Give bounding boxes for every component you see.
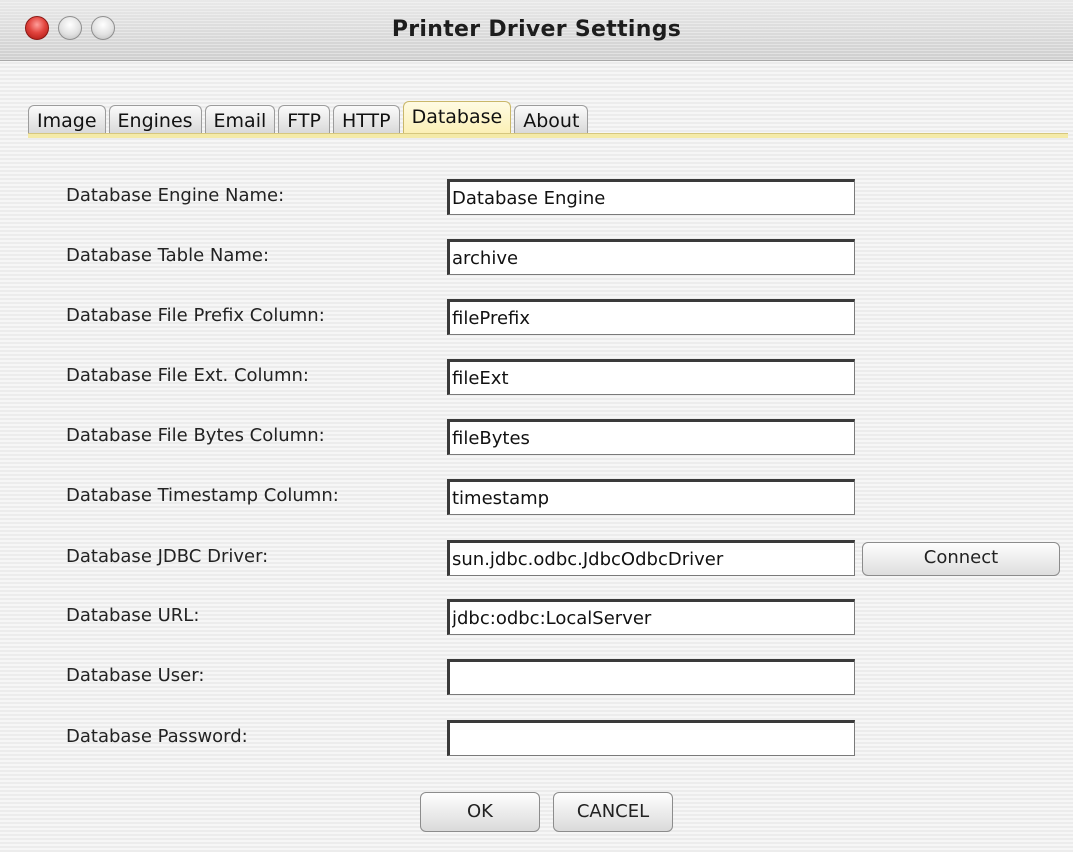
url-field[interactable] (447, 599, 855, 635)
title-bar: Printer Driver Settings (0, 0, 1073, 61)
jdbc-driver-row: Database JDBC Driver: Connect (0, 540, 1073, 580)
table-name-label: Database Table Name: (66, 245, 270, 266)
dialog-content: Image Engines Email FTP HTTP Database Ab… (0, 61, 1073, 852)
file-bytes-column-field[interactable] (447, 419, 855, 455)
settings-window: Printer Driver Settings Image Engines Em… (0, 0, 1073, 852)
jdbc-driver-field[interactable] (447, 540, 855, 576)
tab-underline (28, 133, 1068, 138)
file-bytes-column-row: Database File Bytes Column: (0, 419, 1073, 459)
user-row: Database User: (0, 659, 1073, 699)
engine-name-label: Database Engine Name: (66, 185, 285, 206)
user-label: Database User: (66, 665, 205, 686)
engine-name-field[interactable] (447, 179, 855, 215)
url-row: Database URL: (0, 599, 1073, 639)
file-prefix-column-row: Database File Prefix Column: (0, 299, 1073, 339)
file-prefix-column-label: Database File Prefix Column: (66, 305, 325, 326)
connect-button[interactable]: Connect (862, 542, 1060, 576)
tab-http[interactable]: HTTP (332, 105, 400, 133)
table-name-row: Database Table Name: (0, 239, 1073, 279)
tab-bar: Image Engines Email FTP HTTP Database Ab… (28, 101, 591, 133)
tab-engines[interactable]: Engines (108, 105, 202, 133)
file-ext-column-row: Database File Ext. Column: (0, 359, 1073, 399)
timestamp-column-label: Database Timestamp Column: (66, 485, 339, 506)
url-label: Database URL: (66, 605, 200, 626)
timestamp-column-field[interactable] (447, 479, 855, 515)
jdbc-driver-label: Database JDBC Driver: (66, 546, 269, 567)
tab-database[interactable]: Database (402, 101, 512, 133)
password-row: Database Password: (0, 720, 1073, 760)
password-field[interactable] (447, 720, 855, 756)
file-ext-column-field[interactable] (447, 359, 855, 395)
tab-image[interactable]: Image (28, 105, 106, 133)
window-title: Printer Driver Settings (391, 17, 682, 42)
tab-email[interactable]: Email (204, 105, 276, 133)
file-prefix-column-field[interactable] (447, 299, 855, 335)
file-bytes-column-label: Database File Bytes Column: (66, 425, 325, 446)
cancel-button[interactable]: CANCEL (553, 792, 673, 832)
user-field[interactable] (447, 659, 855, 695)
tab-about[interactable]: About (514, 105, 589, 133)
tab-ftp[interactable]: FTP (278, 105, 330, 133)
timestamp-column-row: Database Timestamp Column: (0, 479, 1073, 519)
password-label: Database Password: (66, 726, 248, 747)
engine-name-row: Database Engine Name: (0, 179, 1073, 219)
file-ext-column-label: Database File Ext. Column: (66, 365, 309, 386)
ok-button[interactable]: OK (420, 792, 540, 832)
table-name-field[interactable] (447, 239, 855, 275)
